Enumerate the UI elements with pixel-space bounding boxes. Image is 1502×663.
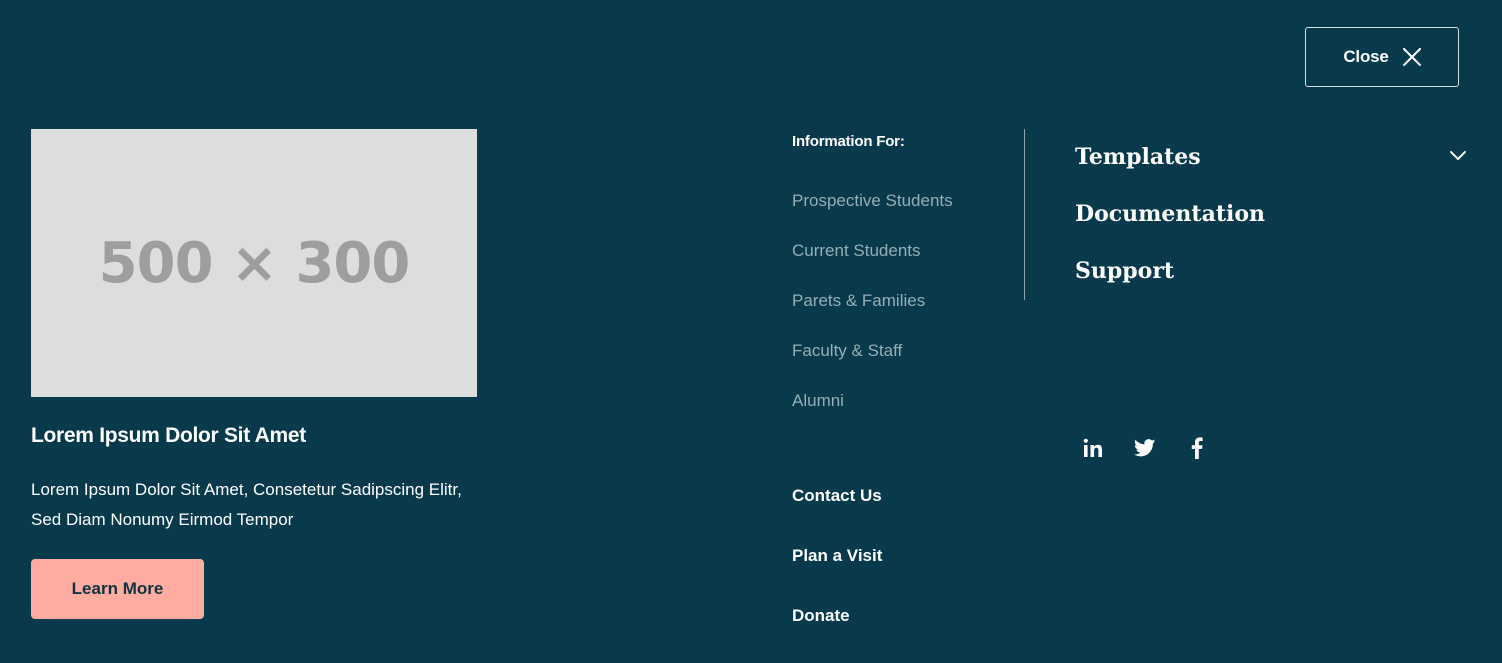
donate-link[interactable]: Donate — [792, 603, 882, 663]
info-link-parents-families[interactable]: Parets & Families — [792, 287, 953, 337]
feature-description: Lorem Ipsum Dolor Sit Amet, Consetetur S… — [31, 480, 462, 529]
social-links — [1082, 437, 1208, 459]
nav-divider — [1024, 129, 1025, 300]
learn-more-button[interactable]: Learn More — [31, 559, 204, 619]
plan-a-visit-link[interactable]: Plan a Visit — [792, 543, 882, 603]
info-heading: Information For: — [792, 133, 905, 150]
twitter-link[interactable] — [1134, 437, 1156, 459]
info-link-prospective-students[interactable]: Prospective Students — [792, 187, 953, 237]
nav-item-support[interactable]: Support — [1075, 254, 1467, 311]
linkedin-link[interactable] — [1082, 437, 1104, 459]
linkedin-icon — [1083, 438, 1102, 457]
nav-item-documentation-label: Documentation — [1075, 201, 1266, 227]
feature-title: Lorem Ipsum Dolor Sit Amet — [31, 424, 306, 447]
nav-item-support-label: Support — [1075, 258, 1175, 284]
twitter-icon — [1134, 439, 1156, 457]
contact-us-link[interactable]: Contact Us — [792, 483, 882, 543]
main-nav: Templates Documentation Support — [1075, 140, 1467, 311]
info-link-faculty-staff[interactable]: Faculty & Staff — [792, 337, 953, 387]
nav-item-templates-label: Templates — [1075, 144, 1201, 170]
facebook-link[interactable] — [1186, 437, 1208, 459]
facebook-icon — [1191, 437, 1203, 459]
chevron-down-icon[interactable] — [1449, 150, 1467, 162]
info-link-alumni[interactable]: Alumni — [792, 387, 953, 437]
info-list: Prospective Students Current Students Pa… — [792, 187, 953, 437]
feature-image-text: 500 × 300 — [98, 230, 411, 296]
close-button[interactable]: Close — [1305, 27, 1459, 87]
close-icon — [1402, 48, 1421, 66]
close-button-label: Close — [1343, 47, 1389, 66]
nav-item-documentation[interactable]: Documentation — [1075, 197, 1467, 254]
feature-image: 500 × 300 — [31, 129, 477, 397]
quick-links: Contact Us Plan a Visit Donate — [792, 483, 882, 663]
nav-item-templates[interactable]: Templates — [1075, 140, 1467, 197]
info-link-current-students[interactable]: Current Students — [792, 237, 953, 287]
